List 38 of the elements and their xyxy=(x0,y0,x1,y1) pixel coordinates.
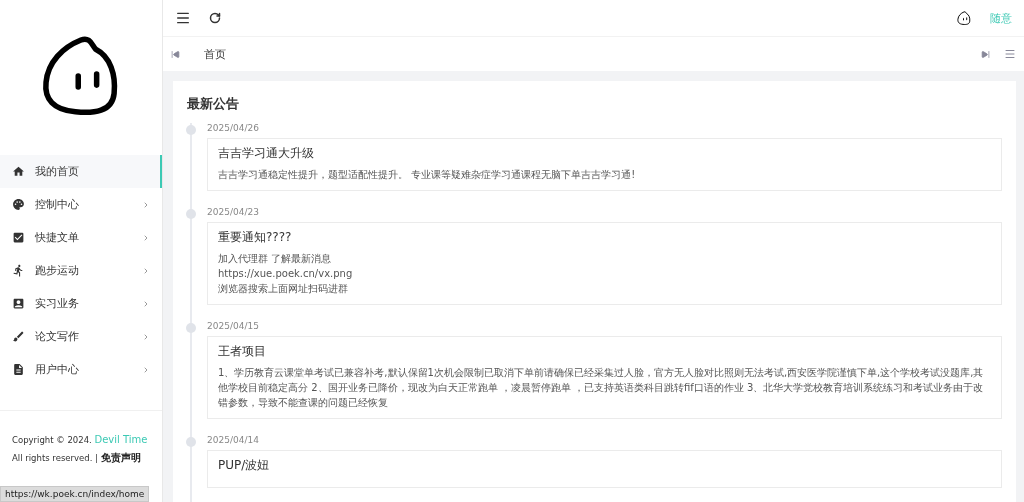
announcement-title: 重要通知???? xyxy=(218,229,293,246)
sidebar-item[interactable]: 我的首页 xyxy=(0,155,162,188)
announcement-date: 2025/04/23 xyxy=(207,207,260,217)
id-card-icon xyxy=(12,297,25,310)
announcement-date: 2025/04/15 xyxy=(207,321,260,331)
announcement-text: 加入代理群 了解最新消息 xyxy=(218,252,333,266)
announcement-title: 吉吉学习通大升级 xyxy=(218,145,315,162)
refresh-icon[interactable] xyxy=(209,12,221,24)
first-page-icon[interactable] xyxy=(171,49,180,59)
announcement-title: 王者项目 xyxy=(218,343,267,360)
running-person-icon xyxy=(12,264,25,277)
section-title: 最新公告 xyxy=(187,95,240,113)
sidebar-item[interactable]: 快捷文单 xyxy=(0,221,162,254)
copyright-text: Copyright © 2024. Devil Time xyxy=(12,433,149,447)
announcement-text: https://xue.poek.cn/vx.png xyxy=(218,267,354,281)
announcement-text: 吉吉学习通稳定性提升，题型适配性提升。 专业课等疑难杂症学习通课程无脑下单吉吉学习通! xyxy=(218,168,637,182)
document-icon xyxy=(12,363,25,376)
last-page-icon[interactable] xyxy=(981,49,990,59)
menu-icon[interactable] xyxy=(175,10,191,26)
sidebar-item[interactable]: 控制中心 xyxy=(0,188,162,221)
announcement-text: 浏览器搜索上面网址扫码进群 xyxy=(218,282,349,296)
rights-text: All rights reserved. | 免责声明 xyxy=(12,451,142,465)
home-icon xyxy=(12,165,25,178)
avatar-icon[interactable] xyxy=(956,10,972,26)
sidebar-item[interactable]: 论文写作 xyxy=(0,320,162,353)
announcement-date: 2025/04/14 xyxy=(207,435,260,445)
sidebar-item[interactable]: 用户中心 xyxy=(0,353,162,386)
announcement-title: PUP/波妞 xyxy=(218,457,271,474)
status-url: https://wk.poek.cn/index/home xyxy=(0,486,150,502)
sidebar-item[interactable]: 跑步运动 xyxy=(0,254,162,287)
announcement-text: 1、学历教育云课堂单考试已兼容补考,默认保留1次机会限制已取消下单前请确保已经采集过人脸，官方无人脸对比照则无法考试,西安医学院谨慎下单,这个学校考试没题库,其他学校目前稳定高分 2、国开业务已降价，现改为白天正常跑单 ，凌晨暂停跑单 ，已支持英语类科目跳转fif口语的作业 3、北华大学党校教育培训系统练习和考试业务由于改错参数，导致不能查课的问题已经恢复 xyxy=(218,366,985,410)
announcement-date: 2025/04/26 xyxy=(207,123,260,133)
palette-icon xyxy=(12,198,25,211)
brush-icon xyxy=(12,330,25,343)
disclaimer-link[interactable]: 免责声明 xyxy=(100,452,141,463)
tab[interactable]: 首页 xyxy=(194,38,236,70)
checkbox-icon xyxy=(12,231,25,244)
sidebar-item[interactable]: 实习业务 xyxy=(0,287,162,320)
